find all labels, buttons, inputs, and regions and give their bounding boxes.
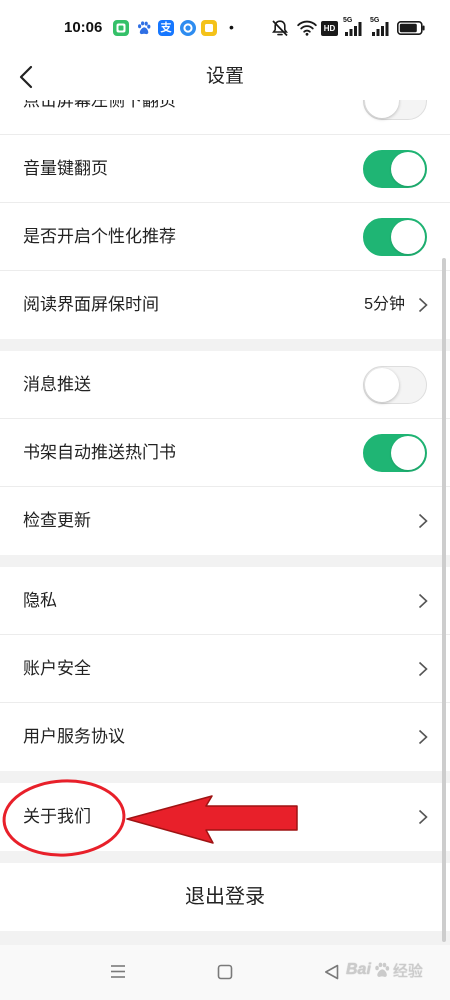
settings-section-account: 隐私 账户安全 用户服务协议: [0, 567, 450, 771]
chevron-right-icon: [418, 809, 428, 825]
back-triangle-icon[interactable]: [324, 964, 339, 980]
shelf-auto-push-toggle[interactable]: [363, 434, 427, 472]
settings-list-content: 点击屏幕左侧下翻页 音量键翻页 是否开启个性化推荐 阅读界面屏保时间 5分钟 消…: [0, 100, 450, 943]
battery-icon: [397, 21, 425, 35]
chevron-right-icon: [418, 729, 428, 745]
system-nav-bar: Bai 经验: [0, 945, 450, 1000]
toggle-knob: [391, 220, 425, 254]
chevron-right-icon: [418, 297, 428, 313]
messages-app-icon: [113, 20, 129, 36]
app-header: 设置: [0, 55, 450, 100]
baidu-jingyan-watermark: Bai 经验: [346, 957, 423, 983]
settings-list[interactable]: 点击屏幕左侧下翻页 音量键翻页 是否开启个性化推荐 阅读界面屏保时间 5分钟 消…: [0, 100, 450, 945]
signal-icon: 5G: [343, 17, 363, 37]
page-title: 设置: [205, 66, 244, 87]
toggle-knob: [365, 368, 399, 402]
home-square-icon[interactable]: [217, 964, 233, 980]
setting-row-personalized-recommend[interactable]: 是否开启个性化推荐: [0, 203, 450, 271]
signal-icon: 5G: [370, 17, 390, 37]
battery-level-fill: [399, 23, 417, 33]
setting-row-shelf-auto-push[interactable]: 书架自动推送热门书: [0, 419, 450, 487]
hd-icon: HD: [321, 21, 338, 36]
status-bar: 10:06 支 • HD 5G 5G: [0, 0, 450, 55]
menu-icon[interactable]: [110, 964, 126, 979]
mute-icon: [272, 20, 288, 37]
tap-left-page-toggle[interactable]: [363, 100, 427, 120]
setting-row-privacy[interactable]: 隐私: [0, 567, 450, 635]
watermark-paw-icon: [375, 962, 390, 977]
setting-row-about-us[interactable]: 关于我们: [0, 783, 450, 851]
toggle-knob: [365, 100, 399, 118]
setting-row-user-agreement[interactable]: 用户服务协议: [0, 703, 450, 771]
push-notifications-toggle[interactable]: [363, 366, 427, 404]
chevron-right-icon: [418, 593, 428, 609]
chevron-right-icon: [418, 661, 428, 677]
setting-label: 阅读界面屏保时间: [23, 295, 159, 314]
status-time: 10:06: [64, 19, 103, 36]
chevron-right-icon: [418, 513, 428, 529]
setting-label: 书架自动推送热门书: [23, 443, 176, 462]
browser-circle-icon: [180, 20, 196, 36]
baidu-paw-icon: [136, 20, 152, 36]
setting-row-push-notifications[interactable]: 消息推送: [0, 351, 450, 419]
settings-section-notifications: 消息推送 书架自动推送热门书 检查更新: [0, 351, 450, 555]
setting-row-check-update[interactable]: 检查更新: [0, 487, 450, 555]
wifi-icon: [297, 20, 317, 36]
setting-row-screensaver-time[interactable]: 阅读界面屏保时间 5分钟: [0, 271, 450, 339]
watermark-brand: Bai: [346, 961, 371, 978]
toggle-knob: [391, 436, 425, 470]
setting-label: 关于我们: [23, 807, 91, 826]
alipay-icon: 支: [158, 20, 174, 36]
setting-label: 用户服务协议: [23, 727, 125, 746]
list-scrollbar[interactable]: [442, 258, 446, 942]
more-notifications-dot: •: [229, 19, 234, 35]
setting-label: 隐私: [23, 591, 57, 610]
settings-section-about: 关于我们: [0, 783, 450, 851]
logout-button[interactable]: 退出登录: [0, 863, 450, 931]
notes-app-icon: [201, 20, 217, 36]
volume-key-page-toggle[interactable]: [363, 150, 427, 188]
screensaver-time-value: 5分钟: [364, 296, 405, 313]
setting-label: 账户安全: [23, 659, 91, 678]
setting-label: 是否开启个性化推荐: [23, 227, 176, 246]
setting-row-tap-left-page[interactable]: 点击屏幕左侧下翻页: [0, 100, 450, 135]
setting-row-account-security[interactable]: 账户安全: [0, 635, 450, 703]
setting-label: 点击屏幕左侧下翻页: [23, 100, 176, 110]
setting-row-volume-key-page[interactable]: 音量键翻页: [0, 135, 450, 203]
settings-section-reading: 点击屏幕左侧下翻页 音量键翻页 是否开启个性化推荐 阅读界面屏保时间 5分钟: [0, 100, 450, 339]
setting-label: 音量键翻页: [23, 159, 108, 178]
toggle-knob: [391, 152, 425, 186]
setting-label: 检查更新: [23, 511, 91, 530]
personalized-recommend-toggle[interactable]: [363, 218, 427, 256]
setting-label: 消息推送: [23, 375, 91, 394]
watermark-product: 经验: [392, 962, 423, 980]
